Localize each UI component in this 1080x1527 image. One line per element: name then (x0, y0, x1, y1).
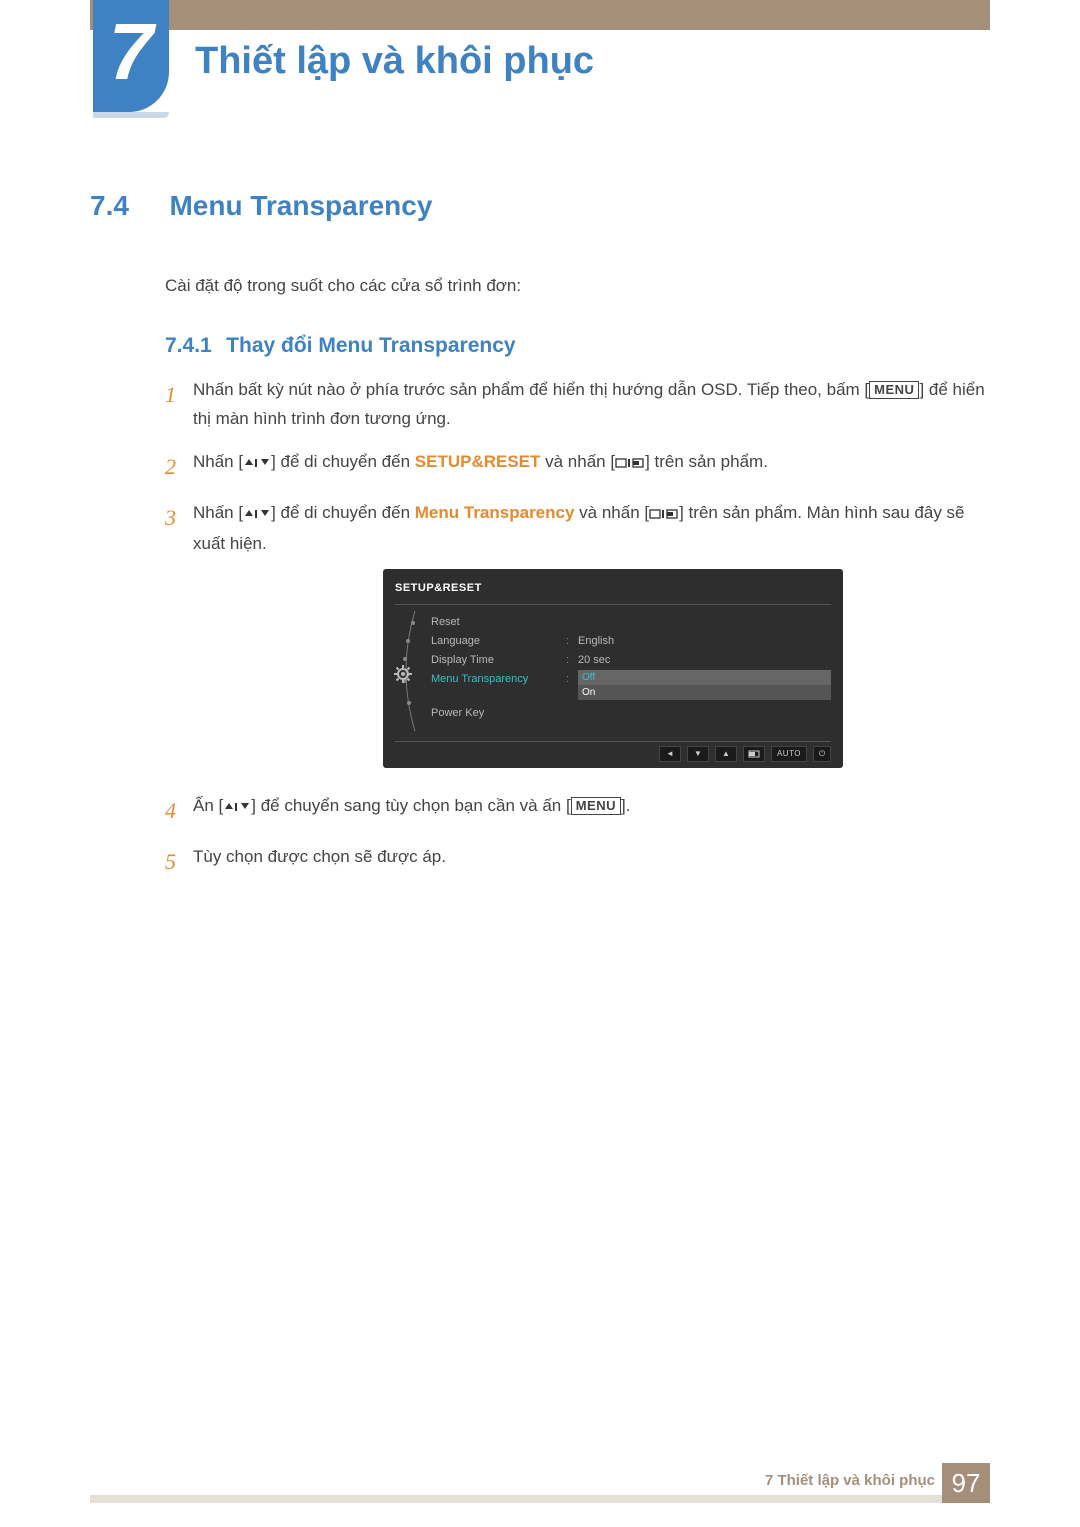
source-enter-icon (649, 501, 679, 530)
keyword-menu-transparency: Menu Transparency (415, 503, 575, 522)
step-text: Ấn [ (193, 796, 223, 815)
osd-row-display-time: Display Time : 20 sec (431, 651, 831, 670)
osd-option-off: Off (578, 670, 831, 685)
step-text: và nhấn [ (540, 452, 615, 471)
osd-colon: : (566, 651, 578, 670)
osd-auto-button: AUTO (771, 746, 807, 762)
step-5: 5 Tùy chọn được chọn sẽ được áp. (165, 843, 990, 880)
osd-colon: : (566, 670, 578, 689)
keyword-setup-reset: SETUP&RESET (415, 452, 541, 471)
osd-label: Power Key (431, 704, 566, 723)
top-accent-bar (90, 0, 990, 30)
osd-row-language: Language : English (431, 632, 831, 651)
step-text: Nhấn [ (193, 503, 243, 522)
osd-nav-up-icon: ▲ (715, 746, 737, 762)
source-enter-icon (615, 450, 645, 479)
step-number: 3 (165, 499, 193, 536)
footer-accent-bar (90, 1495, 990, 1503)
chapter-title: Thiết lập và khôi phục (195, 40, 594, 83)
osd-label: Language (431, 632, 566, 651)
step-number: 5 (165, 843, 193, 880)
step-text: ] để di chuyển đến (271, 452, 415, 471)
step-text: Nhấn bất kỳ nút nào ở phía trước sản phẩ… (193, 380, 869, 399)
step-text: Nhấn [ (193, 452, 243, 471)
osd-value: 20 sec (578, 651, 610, 670)
osd-row-reset: Reset (431, 613, 831, 632)
osd-label-active: Menu Transparency (431, 670, 566, 689)
up-down-icon (243, 450, 271, 479)
chapter-number-tab: 7 (93, 0, 169, 112)
step-text: Tùy chọn được chọn sẽ được áp. (193, 843, 990, 872)
step-text: ] để di chuyển đến (271, 503, 415, 522)
osd-enter-icon (743, 746, 765, 762)
footer-chapter-text: 7 Thiết lập và khôi phục (765, 1472, 935, 1489)
osd-footer-buttons: ◄ ▼ ▲ AUTO ⏻ (395, 741, 831, 762)
menu-key-icon: MENU (869, 381, 919, 399)
step-text: ]. (621, 796, 630, 815)
osd-row-menu-transparency: Menu Transparency : Off On (431, 670, 831, 704)
step-4: 4 Ấn [ ] để chuyển sang tùy chọn bạn cần … (165, 792, 990, 829)
subsection-title: Thay đổi Menu Transparency (226, 334, 515, 357)
osd-panel: SETUP&RESET (383, 569, 843, 768)
step-number: 4 (165, 792, 193, 829)
gear-icon (393, 664, 413, 684)
osd-power-icon: ⏻ (813, 746, 831, 762)
osd-row-power-key: Power Key (431, 704, 831, 723)
osd-title: SETUP&RESET (395, 579, 831, 605)
osd-nav-down-icon: ▼ (687, 746, 709, 762)
step-text: và nhấn [ (574, 503, 649, 522)
section-intro: Cài đặt độ trong suốt cho các cửa sổ trì… (165, 272, 990, 299)
step-2: 2 Nhấn [ ] để di chuyển đến SETUP&RESET v… (165, 448, 990, 485)
osd-value: English (578, 632, 614, 651)
up-down-icon (243, 501, 271, 530)
osd-label: Display Time (431, 651, 566, 670)
step-text: ] trên sản phẩm. (645, 452, 768, 471)
up-down-icon (223, 794, 251, 823)
step-number: 2 (165, 448, 193, 485)
page-number: 97 (942, 1463, 990, 1503)
osd-colon: : (566, 632, 578, 651)
step-number: 1 (165, 376, 193, 413)
osd-nav-left-icon: ◄ (659, 746, 681, 762)
menu-key-icon: MENU (571, 797, 621, 815)
step-1: 1 Nhấn bất kỳ nút nào ở phía trước sản p… (165, 376, 990, 434)
osd-label: Reset (431, 613, 566, 632)
step-3: 3 Nhấn [ ] để di chuyển đến Menu Transpar… (165, 499, 990, 777)
osd-option-on: On (578, 685, 831, 700)
step-text: ] để chuyển sang tùy chọn bạn cần và ấn … (251, 796, 570, 815)
subsection-number: 7.4.1 (165, 334, 212, 357)
section-title: Menu Transparency (169, 190, 432, 222)
section-number: 7.4 (90, 190, 165, 222)
